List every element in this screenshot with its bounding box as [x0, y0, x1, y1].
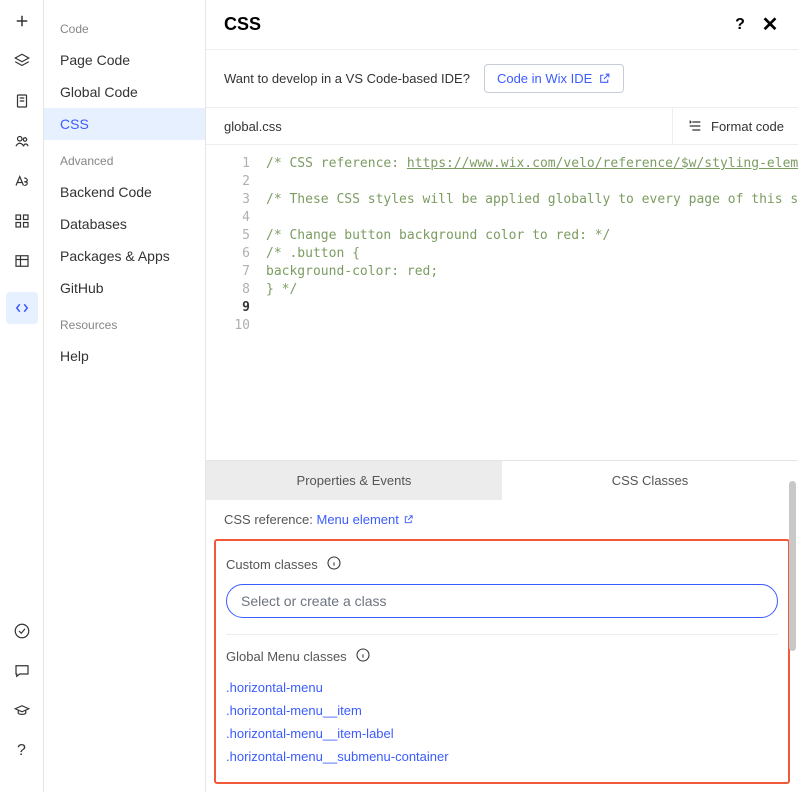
external-link-icon: [403, 514, 414, 525]
info-icon[interactable]: [355, 647, 371, 666]
main: CSS ? ✕ Want to develop in a VS Code-bas…: [206, 0, 798, 792]
code-line: /* These CSS styles will be applied glob…: [266, 191, 798, 209]
close-button[interactable]: ✕: [760, 15, 780, 35]
sidebar: Code Page Code Global Code CSS Advanced …: [44, 0, 206, 792]
sidebar-section-advanced: Advanced: [44, 140, 205, 176]
open-ide-label: Code in Wix IDE: [497, 71, 592, 86]
typography-icon[interactable]: [13, 172, 31, 190]
panel-tabs: Properties & Events CSS Classes: [206, 461, 798, 500]
education-icon[interactable]: [13, 702, 31, 720]
code-line: /* CSS reference: https://www.wix.com/ve…: [266, 155, 798, 173]
open-ide-button[interactable]: Code in Wix IDE: [484, 64, 624, 93]
plus-icon[interactable]: [13, 12, 31, 30]
layers-icon[interactable]: [13, 52, 31, 70]
table-icon[interactable]: [13, 252, 31, 270]
file-header: global.css Format code: [206, 108, 798, 145]
bottom-panel: Properties & Events CSS Classes CSS refe…: [206, 460, 798, 792]
sidebar-section-resources: Resources: [44, 304, 205, 340]
tab-properties-events[interactable]: Properties & Events: [206, 461, 502, 500]
ide-banner-text: Want to develop in a VS Code-based IDE?: [224, 71, 470, 86]
icon-rail: ?: [0, 0, 44, 792]
class-item[interactable]: .horizontal-menu__submenu-container: [226, 745, 778, 768]
sidebar-item-page-code[interactable]: Page Code: [44, 44, 205, 76]
code-editor[interactable]: 12345678910 /* CSS reference: https://ww…: [206, 145, 798, 460]
page-title: CSS: [224, 14, 720, 35]
code-line: } */: [266, 281, 798, 299]
scrollbar[interactable]: [789, 481, 796, 651]
help-button[interactable]: ?: [730, 15, 750, 35]
code-line: [266, 317, 798, 335]
sidebar-item-backend-code[interactable]: Backend Code: [44, 176, 205, 208]
code-line: [266, 299, 798, 317]
css-reference-link-text: Menu element: [317, 512, 399, 527]
code-line: /* .button {: [266, 245, 798, 263]
sidebar-item-help[interactable]: Help: [44, 340, 205, 372]
help-icon[interactable]: ?: [13, 742, 31, 760]
global-classes-heading: Global Menu classes: [226, 647, 778, 666]
apps-icon[interactable]: [13, 212, 31, 230]
format-code-button[interactable]: Format code: [672, 108, 798, 144]
format-label: Format code: [711, 119, 784, 134]
check-icon[interactable]: [13, 622, 31, 640]
chat-icon[interactable]: [13, 662, 31, 680]
global-class-list: .horizontal-menu .horizontal-menu__item …: [226, 676, 778, 768]
sidebar-item-css[interactable]: CSS: [44, 108, 205, 140]
format-icon: [687, 118, 703, 134]
external-link-icon: [598, 72, 611, 85]
code-line: background-color: red;: [266, 263, 798, 281]
code-line: [266, 209, 798, 227]
custom-classes-label: Custom classes: [226, 557, 318, 572]
page-icon[interactable]: [13, 92, 31, 110]
css-reference-link[interactable]: Menu element: [317, 512, 414, 527]
sidebar-item-packages[interactable]: Packages & Apps: [44, 240, 205, 272]
main-header: CSS ? ✕: [206, 0, 798, 50]
class-item[interactable]: .horizontal-menu__item: [226, 699, 778, 722]
file-name: global.css: [206, 109, 672, 144]
global-classes-label: Global Menu classes: [226, 649, 347, 664]
sidebar-item-databases[interactable]: Databases: [44, 208, 205, 240]
code-line: /* Change button background color to red…: [266, 227, 798, 245]
class-item[interactable]: .horizontal-menu__item-label: [226, 722, 778, 745]
code-area[interactable]: /* CSS reference: https://www.wix.com/ve…: [260, 145, 798, 460]
css-reference-label: CSS reference:: [224, 512, 313, 527]
custom-classes-heading: Custom classes: [226, 555, 778, 574]
tab-css-classes[interactable]: CSS Classes: [502, 461, 798, 500]
code-icon[interactable]: [6, 292, 38, 324]
sidebar-item-global-code[interactable]: Global Code: [44, 76, 205, 108]
people-icon[interactable]: [13, 132, 31, 150]
class-item[interactable]: .horizontal-menu: [226, 676, 778, 699]
code-line: [266, 173, 798, 191]
sidebar-section-code: Code: [44, 8, 205, 44]
class-input[interactable]: [226, 584, 778, 618]
info-icon[interactable]: [326, 555, 342, 574]
css-reference-row: CSS reference: Menu element: [206, 500, 798, 539]
css-classes-panel: Custom classes Global Menu classes .hori…: [214, 539, 790, 784]
sidebar-item-github[interactable]: GitHub: [44, 272, 205, 304]
line-gutter: 12345678910: [206, 145, 260, 460]
ide-banner: Want to develop in a VS Code-based IDE? …: [206, 50, 798, 108]
divider: [226, 634, 778, 635]
